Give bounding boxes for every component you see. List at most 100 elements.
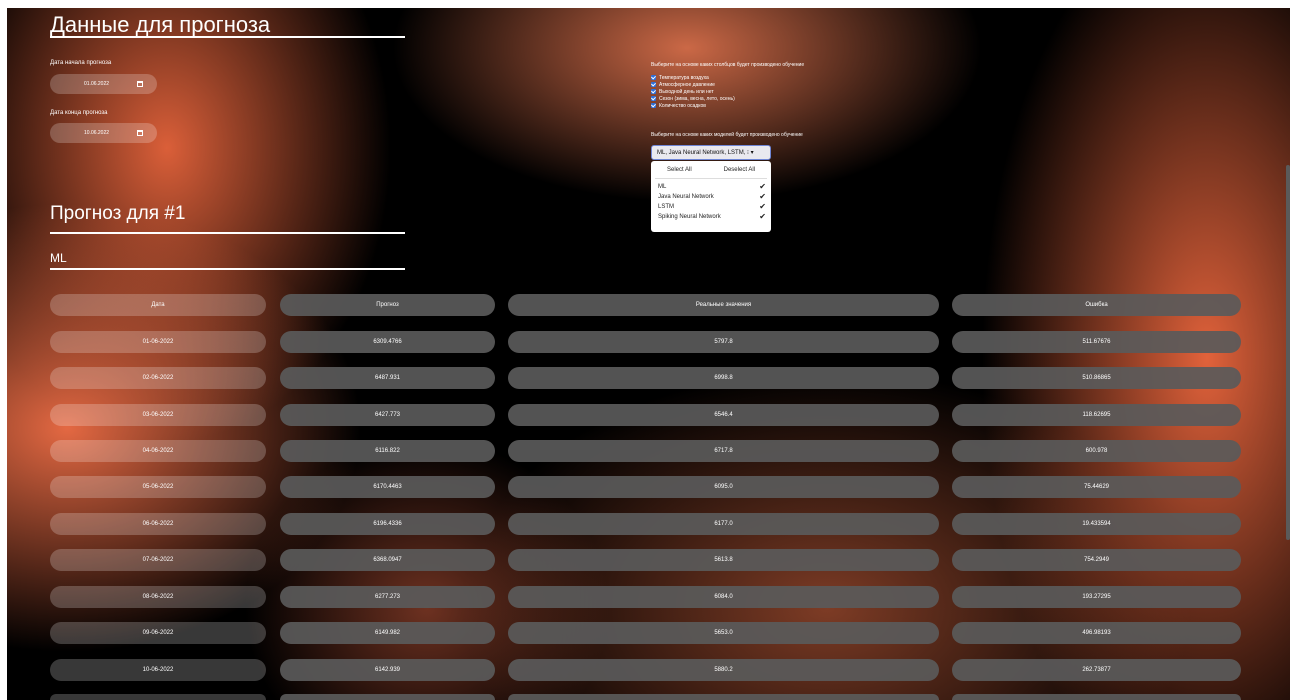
model-option[interactable]: ML ✔ (658, 182, 766, 191)
checkbox-checked-icon[interactable] (651, 96, 656, 101)
models-multiselect[interactable]: ML, Java Neural Network, LSTM, ⁝ ▾ (651, 145, 771, 160)
models-hint: Выберите на основе каких моделей будет п… (651, 132, 803, 138)
feature-label: Выходной день или нет (659, 88, 714, 95)
cell-actual: 5653.0 (508, 622, 939, 644)
feature-label: Сезон (зима, весна, лето, осень) (659, 95, 735, 102)
check-icon: ✔ (759, 192, 766, 201)
deselect-all-button[interactable]: Deselect All (724, 167, 755, 173)
cell-date: 04-06-2022 (50, 440, 266, 462)
models-dropdown: Select All Deselect All ML ✔ Java Neural … (651, 161, 771, 232)
checkbox-checked-icon[interactable] (651, 89, 656, 94)
cell-date: 10-06-2022 (50, 659, 266, 681)
model-option[interactable]: Java Neural Network ✔ (658, 192, 766, 201)
cell-error: 510.86865 (952, 367, 1241, 389)
header-date: Дата (50, 294, 266, 316)
model-option[interactable]: LSTM ✔ (658, 202, 766, 211)
feature-checkbox-row[interactable]: Атмосферное давление (651, 81, 735, 88)
model-underline (50, 268, 405, 270)
cell-actual: 5797.8 (508, 331, 939, 353)
cell-date: 07-06-2022 (50, 549, 266, 571)
cell-date: 06-06-2022 (50, 513, 266, 535)
cell-error: 193.27295 (952, 586, 1241, 608)
cell-error: 754.2949 (952, 549, 1241, 571)
cell-forecast: 6427.773 (280, 404, 495, 426)
scrollbar-thumb[interactable] (1286, 165, 1290, 540)
cell-error: 496.98193 (952, 622, 1241, 644)
cell-forecast: 6309.4766 (280, 331, 495, 353)
header-actual: Реальные значения (508, 294, 939, 316)
feature-label: Атмосферное давление (659, 81, 715, 88)
features-hint: Выберите на основе каких столбцов будет … (651, 62, 805, 68)
window-frame-top (0, 0, 1300, 8)
end-date-input[interactable]: 10.06.2022 (50, 123, 157, 143)
check-icon: ✔ (759, 202, 766, 211)
checkbox-checked-icon[interactable] (651, 75, 656, 80)
cell-error: 511.67676 (952, 331, 1241, 353)
checkbox-checked-icon[interactable] (651, 82, 656, 87)
cell-forecast: 6142.939 (280, 659, 495, 681)
cell-error: 600.978 (952, 440, 1241, 462)
feature-checkbox-row[interactable]: Выходной день или нет (651, 88, 735, 95)
model-option-label: ML (658, 183, 667, 190)
cell-error: 75.44629 (952, 476, 1241, 498)
feature-checkbox-row[interactable]: Количество осадков (651, 102, 735, 109)
header-error: Ошибка (952, 294, 1241, 316)
cell-forecast: 6487.931 (280, 367, 495, 389)
checkbox-checked-icon[interactable] (651, 103, 656, 108)
window-frame-left (0, 0, 7, 700)
cell-date: 01-06-2022 (50, 331, 266, 353)
cell-date: 09-06-2022 (50, 622, 266, 644)
cell-forecast: 6196.4336 (280, 513, 495, 535)
cell-actual: 6084.0 (508, 586, 939, 608)
title-underline (50, 36, 405, 38)
model-option-label: Java Neural Network (658, 193, 714, 200)
start-date-value: 01.06.2022 (84, 81, 110, 87)
cell-date: 02-06-2022 (50, 367, 266, 389)
feature-label: Количество осадков (659, 102, 706, 109)
calendar-icon[interactable] (137, 81, 143, 87)
cell-date: 03-06-2022 (50, 404, 266, 426)
features-checkbox-list: Температура воздуха Атмосферное давление… (651, 74, 735, 109)
model-option-label: Spiking Neural Network (658, 213, 721, 220)
cell-date: 08-06-2022 (50, 586, 266, 608)
cell-forecast: 6368.0947 (280, 549, 495, 571)
feature-label: Температура воздуха (659, 74, 709, 81)
cell-actual: 5880.2 (508, 659, 939, 681)
cell-actual: 6177.0 (508, 513, 939, 535)
cell-actual: 6095.0 (508, 476, 939, 498)
cell-actual: 6998.8 (508, 367, 939, 389)
start-date-label: Дата начала прогноза (50, 60, 112, 66)
cell-forecast: 6277.273 (280, 586, 495, 608)
feature-checkbox-row[interactable]: Температура воздуха (651, 74, 735, 81)
select-all-button[interactable]: Select All (667, 167, 692, 173)
feature-checkbox-row[interactable]: Сезон (зима, весна, лето, осень) (651, 95, 735, 102)
model-option[interactable]: Spiking Neural Network ✔ (658, 212, 766, 221)
cell-actual: 6546.4 (508, 404, 939, 426)
cell-actual: 6717.8 (508, 440, 939, 462)
dropdown-divider (655, 178, 767, 179)
cell-date (50, 694, 266, 700)
forecast-title: Прогноз для #1 (50, 203, 186, 224)
cell-date: 05-06-2022 (50, 476, 266, 498)
end-date-value: 10.06.2022 (84, 130, 110, 136)
forecast-title-underline (50, 232, 405, 234)
cell-error: 19.433594 (952, 513, 1241, 535)
cell-actual: 5613.8 (508, 549, 939, 571)
cell-forecast: 6116.822 (280, 440, 495, 462)
cell-forecast: 6170.4463 (280, 476, 495, 498)
model-option-label: LSTM (658, 203, 675, 210)
cell-error (952, 694, 1241, 700)
check-icon: ✔ (759, 212, 766, 221)
calendar-icon[interactable] (137, 130, 143, 136)
start-date-input[interactable]: 01.06.2022 (50, 74, 157, 94)
cell-error: 262.73877 (952, 659, 1241, 681)
cell-forecast (280, 694, 495, 700)
form-title: Данные для прогноза (50, 12, 271, 37)
forecast-model-label: ML (50, 251, 67, 265)
cell-error: 118.62695 (952, 404, 1241, 426)
check-icon: ✔ (759, 182, 766, 191)
cell-forecast: 6149.982 (280, 622, 495, 644)
window-frame-right (1290, 0, 1300, 700)
end-date-label: Дата конца прогноза (50, 110, 108, 116)
header-forecast: Прогноз (280, 294, 495, 316)
